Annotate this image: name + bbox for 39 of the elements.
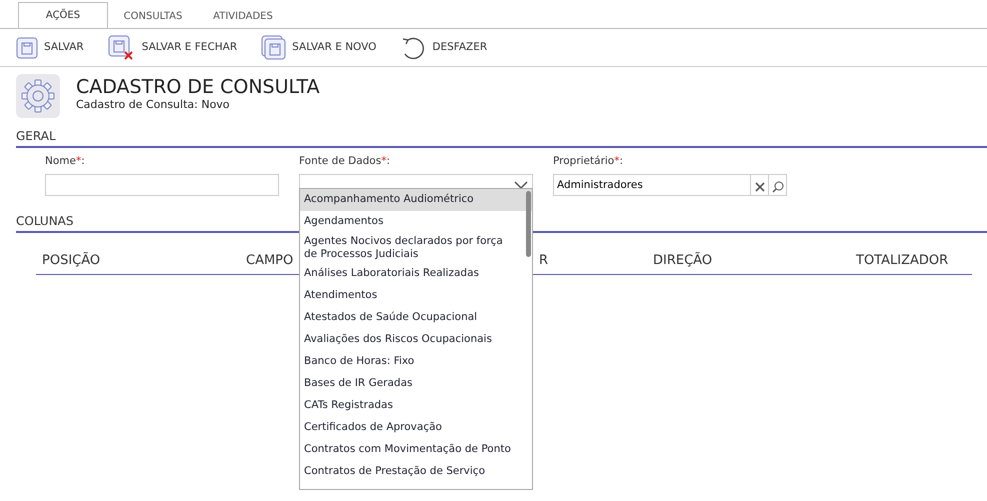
toolbar-button[interactable]: SALVAR E FECHAR <box>108 34 238 60</box>
dropdown-option[interactable]: Acompanhamento Audiométrico <box>300 189 532 211</box>
dropdown-option[interactable]: Bases de IR Geradas <box>300 373 532 396</box>
search-icon <box>772 181 784 194</box>
dropdown-option[interactable]: CATs Registradas <box>300 395 532 418</box>
text-field[interactable] <box>45 174 279 196</box>
dropdown-option[interactable]: Contratos de Prestação de Serviço <box>300 461 532 484</box>
lookup-field[interactable]: Administradores <box>553 174 751 196</box>
column-header: POSIÇÃO <box>42 251 100 270</box>
dropdown-option[interactable]: Banco de Horas: Fixo <box>300 351 532 374</box>
dropdown-option[interactable]: Certificados de Aprovação <box>300 417 532 440</box>
column-header: CAMPO <box>246 252 294 270</box>
dropdown-option[interactable]: Contratos com Movimentação de Ponto <box>300 439 532 462</box>
save-new-icon <box>261 35 286 60</box>
toolbar-button[interactable]: DESFAZER <box>400 34 488 60</box>
field-label: Nome*: <box>45 154 86 169</box>
tab[interactable]: ATIVIDADES <box>198 3 288 28</box>
dropdown-option[interactable]: Atendimentos <box>300 285 532 308</box>
column-header: DIREÇÃO <box>653 251 712 270</box>
dropdown-option[interactable]: Avaliações dos Riscos Ocupacionais <box>300 329 532 352</box>
dropdown-option[interactable]: Atestados de Saúde Ocupacional <box>300 307 532 330</box>
page-title: CADASTRO DE CONSULTA <box>76 78 320 98</box>
toolbar-button[interactable]: SALVAR <box>16 36 84 58</box>
tab[interactable]: AÇÕES <box>18 2 108 28</box>
field-label: Fonte de Dados*: <box>299 154 391 169</box>
column-header: TOTALIZADOR <box>856 252 948 270</box>
close-icon <box>754 182 764 192</box>
dropdown-option[interactable]: Agendamentos <box>300 211 532 233</box>
save-icon <box>16 36 38 58</box>
page-subtitle: Cadastro de Consulta: Novo <box>76 97 231 114</box>
toolbar-button[interactable]: SALVAR E NOVO <box>261 35 376 60</box>
dropdown-option[interactable]: Agentes Nocivos declarados por força de Processos Judiciais <box>300 233 532 264</box>
dropdown-option[interactable]: Análises Laboratoriais Realizadas <box>300 263 532 286</box>
scrollbar-thumb[interactable] <box>526 191 531 257</box>
section-title: GERAL <box>16 127 987 148</box>
search-button[interactable] <box>769 174 787 196</box>
tab[interactable]: CONSULTAS <box>108 3 198 28</box>
column-header: R <box>539 252 548 270</box>
field-label: Proprietário*: <box>553 154 624 169</box>
